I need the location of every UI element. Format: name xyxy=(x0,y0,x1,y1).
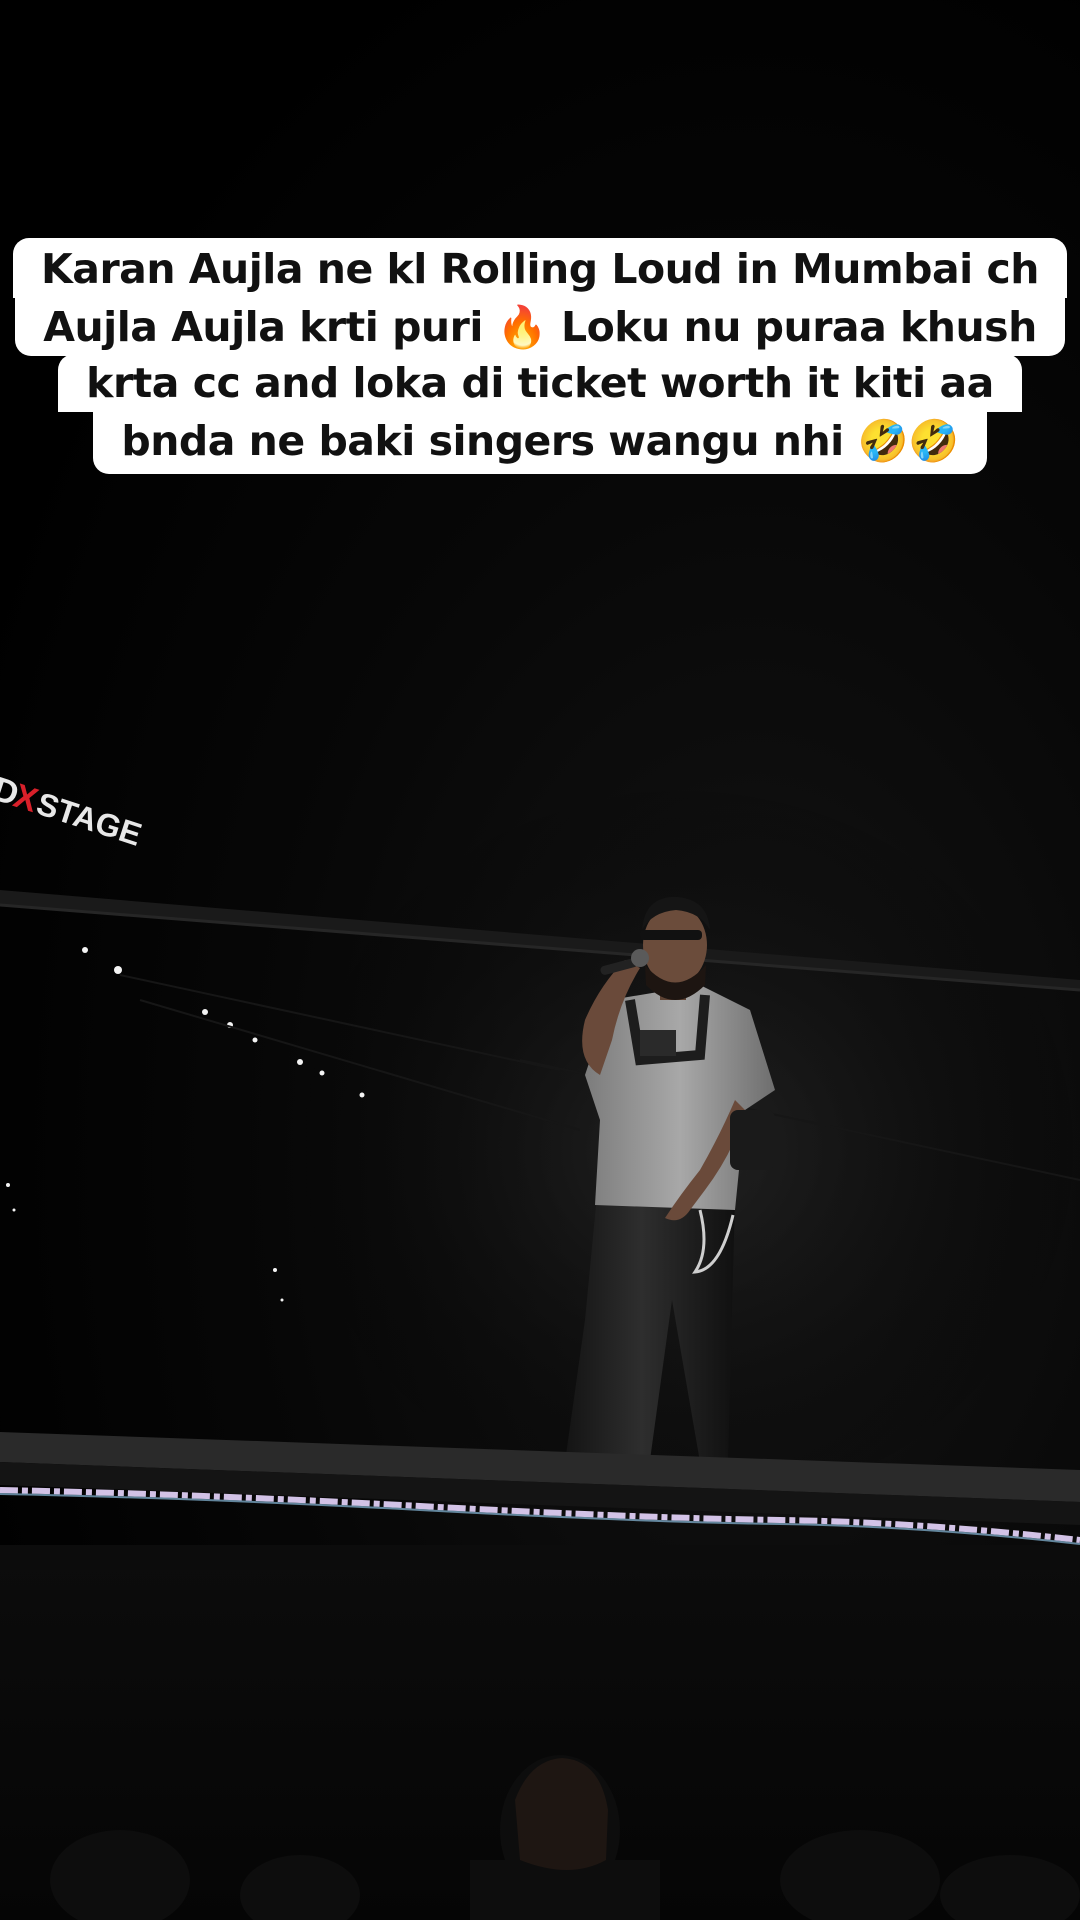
performer-pendant xyxy=(640,1030,676,1056)
caption-line-2: Aujla Aujla krti puri 🔥 Loku nu puraa kh… xyxy=(15,298,1065,356)
performer-bag xyxy=(730,1110,775,1170)
sunglasses-icon xyxy=(640,930,702,940)
caption-overlay: Karan Aujla ne kl Rolling Loud in Mumbai… xyxy=(0,238,1080,474)
caption-line-1: Karan Aujla ne kl Rolling Loud in Mumbai… xyxy=(13,238,1067,298)
stage-sign-stage: STAGE xyxy=(32,785,146,853)
microphone-head xyxy=(631,949,649,967)
caption-line-4: bnda ne baki singers wangu nhi 🤣🤣 xyxy=(93,412,987,474)
stage-sign: D X STAGE xyxy=(0,770,146,853)
caption-line-3: krta cc and loka di ticket worth it kiti… xyxy=(58,354,1022,412)
